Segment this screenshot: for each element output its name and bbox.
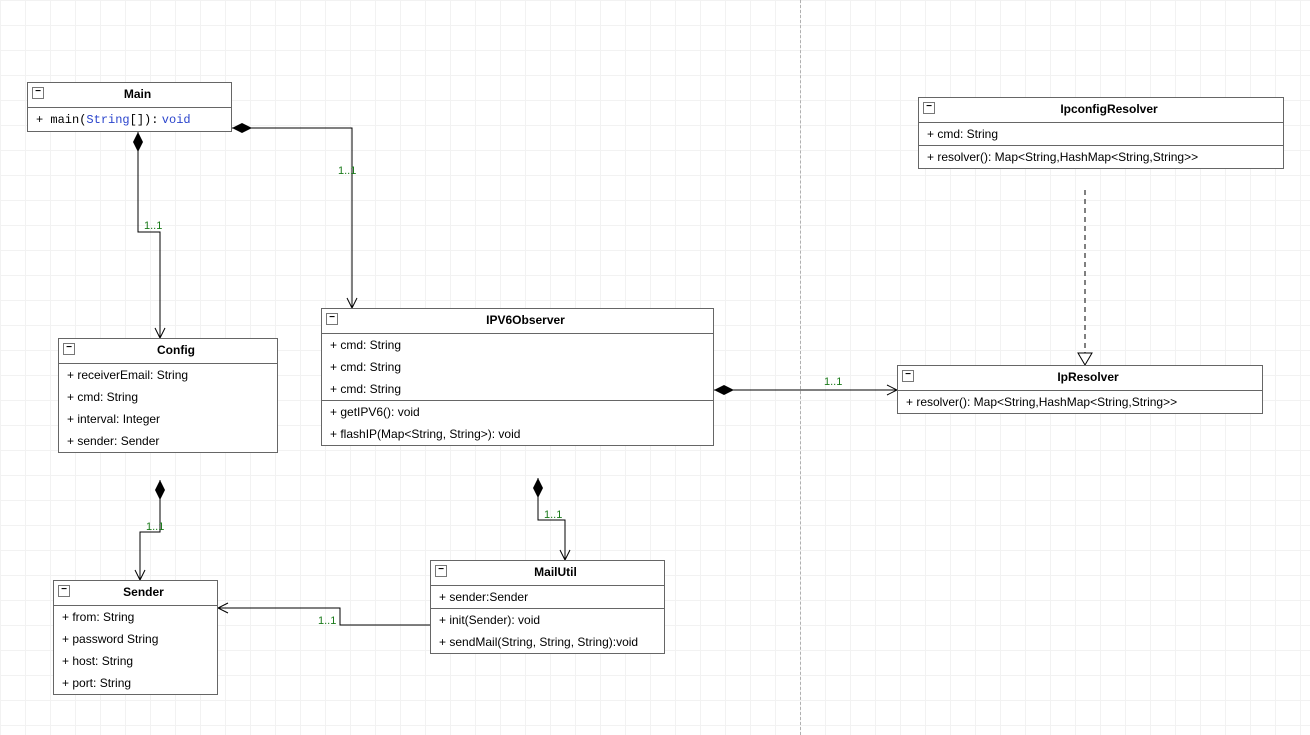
operation[interactable]: + flashIP(Map<String, String>): void [322,423,713,445]
class-ipv6observer[interactable]: − IPV6Observer + cmd: String + cmd: Stri… [321,308,714,446]
arrow-mailutil-sender [218,603,228,613]
class-name-label: IpconfigResolver [1060,102,1157,116]
attribute[interactable]: + cmd: String [322,356,713,378]
class-name-label: Config [157,343,195,357]
attribute[interactable]: + cmd: String [322,334,713,356]
class-name-label: Main [124,87,151,101]
collapse-icon[interactable]: − [923,102,935,114]
class-ipv6observer-title[interactable]: − IPV6Observer [322,309,713,334]
attribute[interactable]: + cmd: String [322,378,713,400]
class-name-label: IpResolver [1057,370,1118,384]
attribute[interactable]: + interval: Integer [59,408,277,430]
class-sender[interactable]: − Sender + from: String + password Strin… [53,580,218,695]
hollow-arrow-ipconfig-ipresolver [1078,353,1092,365]
edge-main-observer [232,128,352,308]
collapse-icon[interactable]: − [32,87,44,99]
arrow-observer-mailutil [560,550,570,560]
page-break-line [800,0,801,735]
operation[interactable]: + sendMail(String, String, String):void [431,631,664,653]
arrow-observer-ipresolver [887,385,897,395]
operation[interactable]: + getIPV6(): void [322,401,713,423]
operation[interactable]: + resolver(): Map<String,HashMap<String,… [898,391,1262,413]
class-config-title[interactable]: − Config [59,339,277,364]
attribute[interactable]: + sender: Sender [59,430,277,452]
collapse-icon[interactable]: − [326,313,338,325]
class-ipresolver[interactable]: − IpResolver + resolver(): Map<String,Ha… [897,365,1263,414]
attribute[interactable]: + sender:Sender [431,586,664,608]
attribute[interactable]: + from: String [54,606,217,628]
class-ipresolver-title[interactable]: − IpResolver [898,366,1262,391]
mult-config-sender: 1..1 [146,521,164,533]
attribute[interactable]: + password String [54,628,217,650]
collapse-icon[interactable]: − [435,565,447,577]
operation[interactable]: + main(String[]): void [28,108,231,131]
collapse-icon[interactable]: − [63,343,75,355]
diamond-observer-ipresolver [714,385,734,395]
operation[interactable]: + resolver(): Map<String,HashMap<String,… [919,146,1283,168]
diamond-main-observer [232,123,252,133]
class-name-label: Sender [123,585,164,599]
diamond-config-sender [155,480,165,500]
arrow-main-observer [347,298,357,308]
class-mailutil-title[interactable]: − MailUtil [431,561,664,586]
attribute[interactable]: + cmd: String [59,386,277,408]
diamond-observer-mailutil [533,478,543,498]
class-mailutil[interactable]: − MailUtil + sender:Sender + init(Sender… [430,560,665,654]
class-config[interactable]: − Config + receiverEmail: String + cmd: … [58,338,278,453]
class-name-label: MailUtil [534,565,577,579]
operation[interactable]: + init(Sender): void [431,609,664,631]
attribute[interactable]: + port: String [54,672,217,694]
collapse-icon[interactable]: − [58,585,70,597]
class-name-label: IPV6Observer [486,313,565,327]
collapse-icon[interactable]: − [902,370,914,382]
class-ipconfigresolver[interactable]: − IpconfigResolver + cmd: String + resol… [918,97,1284,169]
attribute[interactable]: + cmd: String [919,123,1283,145]
class-main-title[interactable]: − Main [28,83,231,108]
arrow-config-sender [135,570,145,580]
diamond-main-config [133,132,143,152]
mult-main-observer: 1..1 [338,165,356,177]
class-ipconfigresolver-title[interactable]: − IpconfigResolver [919,98,1283,123]
mult-main-config: 1..1 [144,220,162,232]
diagram-canvas[interactable]: 1..1 1..1 1..1 1..1 1..1 1..1 − Main + m… [0,0,1310,735]
attribute[interactable]: + host: String [54,650,217,672]
class-sender-title[interactable]: − Sender [54,581,217,606]
mult-mailutil-sender: 1..1 [318,615,336,627]
mult-observer-ipresolver: 1..1 [824,376,842,388]
attribute[interactable]: + receiverEmail: String [59,364,277,386]
mult-observer-mailutil: 1..1 [544,509,562,521]
arrow-main-config [155,328,165,338]
edge-main-config [138,132,160,338]
class-main[interactable]: − Main + main(String[]): void [27,82,232,132]
